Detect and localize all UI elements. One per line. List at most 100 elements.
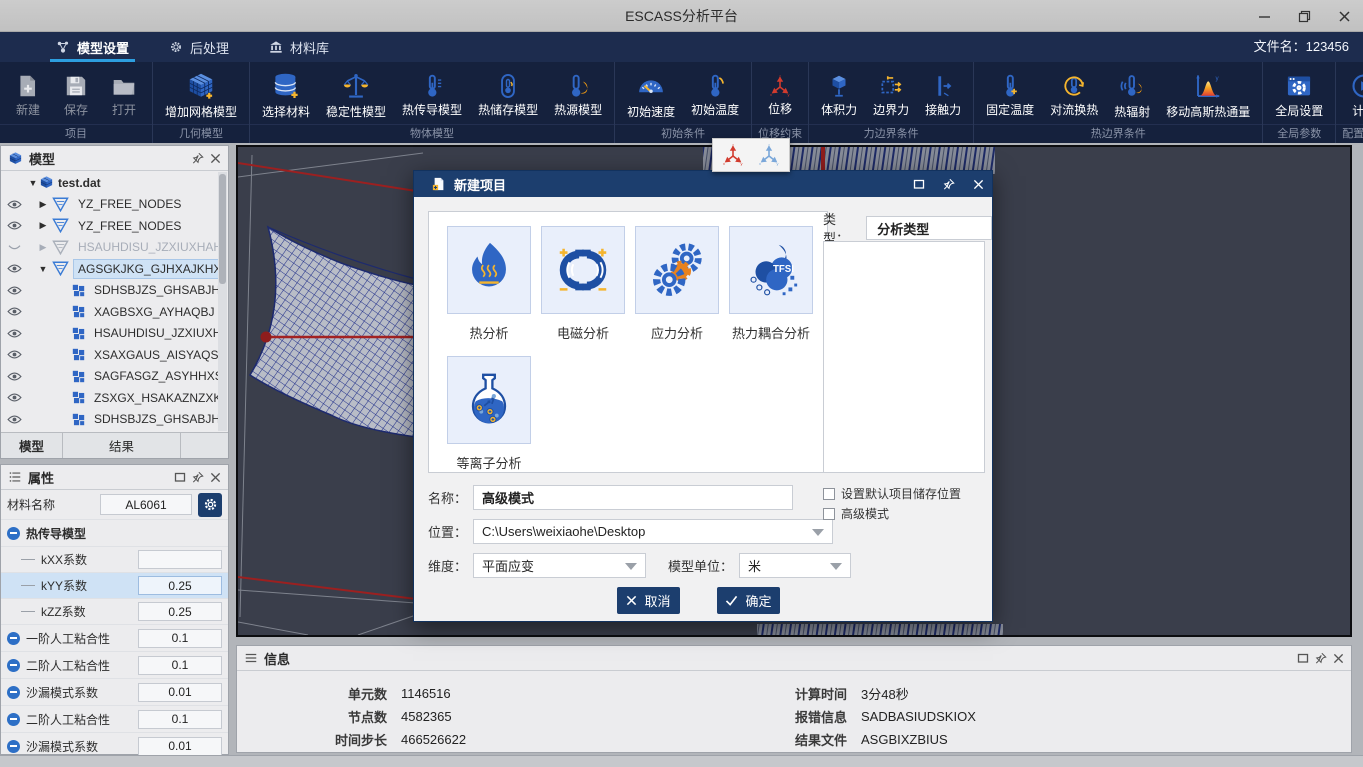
analysis-card-plasma-analysis[interactable]: 等离子分析 (447, 356, 531, 472)
close-icon[interactable] (210, 153, 221, 164)
ribbon-button-stability-model[interactable]: 稳定性模型 (319, 68, 393, 121)
tab-post-process[interactable]: 后处理 (149, 32, 249, 62)
maximize-icon[interactable] (913, 178, 925, 190)
collapse-icon[interactable] (7, 740, 20, 753)
ribbon-button-heat-storage-model[interactable]: 热储存模型 (471, 70, 545, 119)
close-button[interactable] (1331, 5, 1357, 27)
material-name-input[interactable]: AL6061 (100, 494, 192, 515)
eye-icon[interactable] (1, 199, 27, 210)
tree-item[interactable]: SAGFASGZ_ASYHHXSN (1, 366, 218, 388)
default-location-checkbox[interactable]: 设置默认项目储存位置 (823, 485, 961, 502)
material-settings-button[interactable] (198, 493, 222, 517)
collapse-icon[interactable] (7, 632, 20, 645)
ribbon-button-heat-conduction-model[interactable]: 热传导模型 (395, 70, 469, 119)
maximize-icon[interactable] (174, 471, 186, 483)
eye-icon[interactable] (1, 392, 27, 403)
property-value-input[interactable]: 0.1 (138, 710, 222, 729)
ribbon-button-heat-source-model[interactable]: 热源模型 (547, 70, 609, 119)
description-box[interactable] (823, 241, 985, 473)
ribbon-button-add-mesh-model[interactable]: 增加网格模型 (158, 68, 244, 121)
ribbon-button-initial-temperature[interactable]: 初始温度 (684, 70, 746, 119)
tree-root[interactable]: ▼test.dat (1, 172, 218, 194)
tree-item[interactable]: HSAUHDISU_JZXIUXHAHX (1, 323, 218, 345)
ribbon-button-select-material[interactable]: 选择材料 (255, 68, 317, 121)
ribbon-button-open[interactable]: 打开 (101, 70, 147, 119)
ribbon-button-displacement[interactable]: zxy位移 (757, 71, 803, 118)
analysis-card-thermal-analysis[interactable]: 热分析 (447, 226, 531, 342)
flyout-displacement-xyz-red[interactable]: zxy (720, 142, 746, 168)
ribbon-button-moving-gauss-heat-flux[interactable]: y移动高斯热通量 (1159, 68, 1257, 121)
dimension-dropdown[interactable]: 平面应变 (473, 553, 646, 578)
ribbon-button-body-force[interactable]: 体积力 (814, 70, 864, 119)
eye-icon[interactable] (1, 414, 27, 425)
close-icon[interactable] (210, 472, 221, 483)
tree-item[interactable]: ▶YZ_FREE_NODES (1, 194, 218, 216)
eye-icon[interactable] (1, 349, 27, 360)
panel-tab-results[interactable]: 结果 (63, 433, 181, 458)
tab-material-library[interactable]: 材料库 (249, 32, 349, 62)
analysis-card-em-analysis[interactable]: 电磁分析 (541, 226, 625, 342)
confirm-button[interactable]: 确定 (717, 587, 780, 614)
tree-item[interactable]: ▼AGSGKJKG_GJHXAJKHXA (1, 258, 218, 280)
tree-item[interactable]: SDHSBJZS_GHSABJHB_ZAHU (1, 280, 218, 302)
panel-tab-model[interactable]: 模型 (1, 433, 63, 458)
ribbon-button-contact-force[interactable]: 接触力 (918, 70, 968, 119)
minimize-button[interactable] (1251, 5, 1277, 27)
property-value-input[interactable]: 0.1 (138, 629, 222, 648)
ribbon-button-fixed-temperature[interactable]: 固定温度 (979, 70, 1041, 119)
eye-icon[interactable] (1, 285, 27, 296)
eye-closed-icon[interactable] (1, 242, 27, 253)
unit-dropdown[interactable]: 米 (739, 553, 851, 578)
analysis-card-thermal-coupling-analysis[interactable]: TFSI热力耦合分析 (729, 226, 813, 342)
ribbon-button-boundary-force[interactable]: 边界力 (866, 70, 916, 119)
expand-arrow-icon[interactable]: ▼ (27, 178, 39, 188)
tree-item[interactable]: ▶YZ_FREE_NODES (1, 215, 218, 237)
restore-button[interactable] (1291, 5, 1317, 27)
pin-icon[interactable] (943, 178, 955, 190)
property-value-input[interactable]: 0.01 (138, 737, 222, 756)
ribbon-button-radiation[interactable]: 热辐射 (1107, 68, 1157, 121)
eye-icon[interactable] (1, 306, 27, 317)
expand-arrow-icon[interactable]: ▶ (37, 199, 49, 210)
property-value-input[interactable]: 0.01 (138, 683, 222, 702)
model-tree-scrollbar[interactable] (218, 172, 227, 431)
eye-icon[interactable] (1, 220, 27, 231)
pin-icon[interactable] (1315, 652, 1327, 664)
tree-item[interactable]: XAGBSXG_AYHAQBJ (1, 301, 218, 323)
property-value-input[interactable] (138, 550, 222, 569)
ribbon-button-new-project[interactable]: 新建 (5, 70, 51, 119)
tree-item[interactable]: ZSXGX_HSAKAZNZXK_AHASX (1, 387, 218, 409)
pin-icon[interactable] (192, 471, 204, 483)
eye-icon[interactable] (1, 328, 27, 339)
tree-item[interactable]: ▶HSAUHDISU_JZXIUXHAHX (1, 237, 218, 259)
pin-icon[interactable] (192, 152, 204, 164)
eye-icon[interactable] (1, 371, 27, 382)
ribbon-button-initial-velocity[interactable]: 初始速度 (620, 68, 682, 121)
analysis-card-stress-analysis[interactable]: 应力分析 (635, 226, 719, 342)
collapse-icon[interactable] (7, 659, 20, 672)
property-value-input[interactable]: 0.25 (138, 576, 222, 595)
ribbon-button-compute[interactable]: 计算 (1341, 69, 1363, 120)
maximize-icon[interactable] (1297, 652, 1309, 664)
expand-arrow-icon[interactable]: ▶ (37, 242, 49, 253)
flyout-displacement-xyz-blue[interactable]: zxy (756, 142, 782, 168)
ribbon-button-save[interactable]: 保存 (53, 70, 99, 119)
checkbox-icon[interactable] (823, 508, 835, 520)
collapse-icon[interactable] (7, 686, 20, 699)
ribbon-button-convection[interactable]: 对流换热 (1043, 70, 1105, 119)
tab-model-setup[interactable]: 模型设置 (36, 32, 149, 62)
project-name-input[interactable]: 高级模式 (473, 485, 793, 510)
close-icon[interactable] (1333, 653, 1344, 664)
checkbox-icon[interactable] (823, 488, 835, 500)
expand-arrow-icon[interactable]: ▼ (37, 264, 49, 274)
collapse-icon[interactable] (7, 527, 20, 540)
ribbon-button-global-settings[interactable]: 全局设置 (1268, 69, 1330, 120)
property-value-input[interactable]: 0.1 (138, 656, 222, 675)
cancel-button[interactable]: 取消 (617, 587, 680, 614)
collapse-icon[interactable] (7, 713, 20, 726)
close-icon[interactable] (973, 179, 984, 190)
expand-arrow-icon[interactable]: ▶ (37, 220, 49, 231)
eye-icon[interactable] (1, 263, 27, 274)
tree-item[interactable]: SDHSBJZS_GHSABJHB_ZAHU (1, 409, 218, 431)
advanced-mode-checkbox[interactable]: 高级模式 (823, 505, 889, 522)
